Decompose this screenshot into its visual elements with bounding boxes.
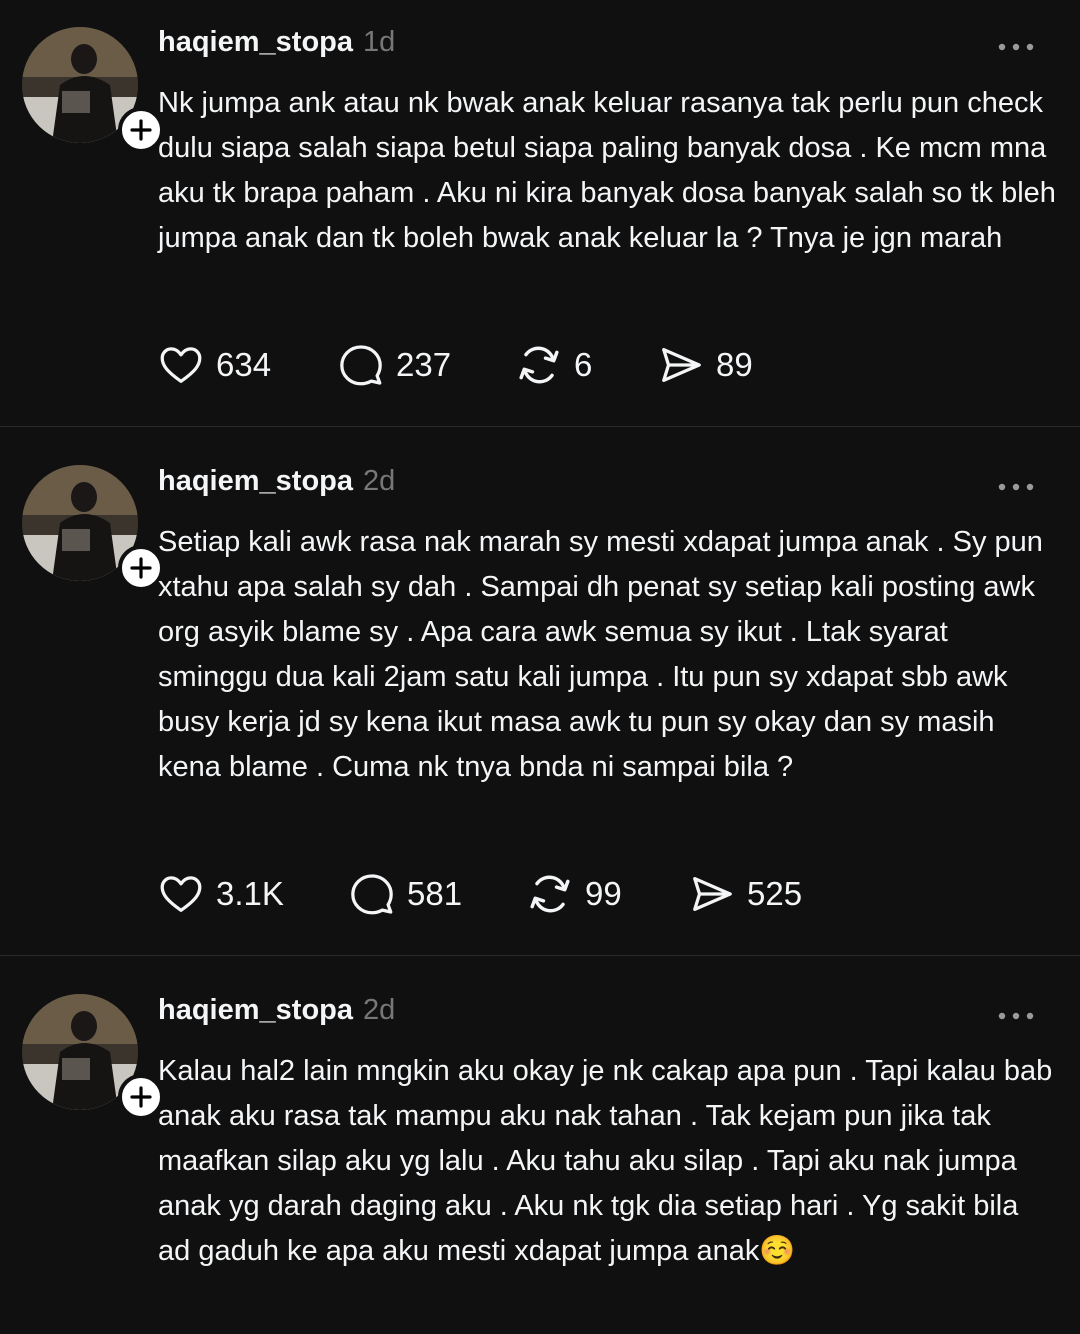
action-bar: 3.1K 581 99 525 [158, 869, 802, 919]
timestamp: 1d [363, 26, 396, 58]
like-count: 3.1K [216, 875, 284, 912]
thread-post: haqiem_stopa 2d Kalau hal2 lain mngkin a… [0, 956, 1080, 1334]
post-text: Kalau hal2 lain mngkin aku okay je nk ca… [158, 1055, 1053, 1267]
plus-icon [130, 119, 152, 141]
heart-icon [160, 347, 202, 383]
reply-count: 581 [407, 875, 463, 912]
speech-bubble-icon [351, 874, 393, 915]
username[interactable]: haqiem_stopa [158, 994, 353, 1027]
plus-icon [130, 557, 152, 579]
like-button[interactable]: 634 [158, 342, 338, 388]
avatar-container[interactable] [22, 465, 164, 591]
repost-count: 6 [574, 346, 593, 383]
thread-post: haqiem_stopa 2d Setiap kali awk rasa nak… [0, 427, 1080, 955]
paper-plane-icon [662, 348, 701, 382]
repost-button[interactable]: 6 [516, 342, 658, 388]
post-text: Setiap kali awk rasa nak marah sy mesti … [158, 526, 1043, 783]
share-button[interactable]: 525 [689, 871, 802, 917]
repost-button[interactable]: 99 [527, 871, 689, 917]
timestamp: 2d [363, 465, 396, 497]
action-bar: 634 237 6 89 [158, 340, 753, 390]
reply-button[interactable]: 581 [349, 871, 527, 917]
post-header: haqiem_stopa 1d [158, 26, 395, 66]
repost-arrows-icon [530, 875, 570, 913]
like-button[interactable]: 3.1K [158, 871, 349, 917]
post-text: Nk jumpa ank atau nk bwak anak keluar ra… [158, 87, 1056, 254]
username[interactable]: haqiem_stopa [158, 26, 353, 59]
share-count: 525 [747, 875, 803, 912]
speech-bubble-icon [340, 345, 382, 386]
thread-post: haqiem_stopa 1d Nk jumpa ank atau nk bwa… [0, 0, 1080, 426]
timestamp: 2d [363, 994, 396, 1026]
reply-button[interactable]: 237 [338, 342, 516, 388]
repost-arrows-icon [519, 346, 559, 384]
repost-count: 99 [585, 875, 622, 912]
more-dots-icon[interactable] [996, 1006, 1036, 1026]
plus-icon [130, 1086, 152, 1108]
post-header: haqiem_stopa 2d [158, 465, 395, 505]
more-dots-icon[interactable] [996, 37, 1036, 57]
username[interactable]: haqiem_stopa [158, 465, 353, 498]
avatar-container[interactable] [22, 994, 164, 1120]
share-count: 89 [716, 346, 753, 383]
heart-icon [160, 876, 202, 912]
avatar-container[interactable] [22, 27, 164, 153]
reply-count: 237 [396, 346, 452, 383]
like-count: 634 [216, 346, 272, 383]
paper-plane-icon [693, 877, 732, 911]
share-button[interactable]: 89 [658, 342, 753, 388]
more-dots-icon[interactable] [996, 477, 1036, 497]
post-header: haqiem_stopa 2d [158, 994, 395, 1034]
